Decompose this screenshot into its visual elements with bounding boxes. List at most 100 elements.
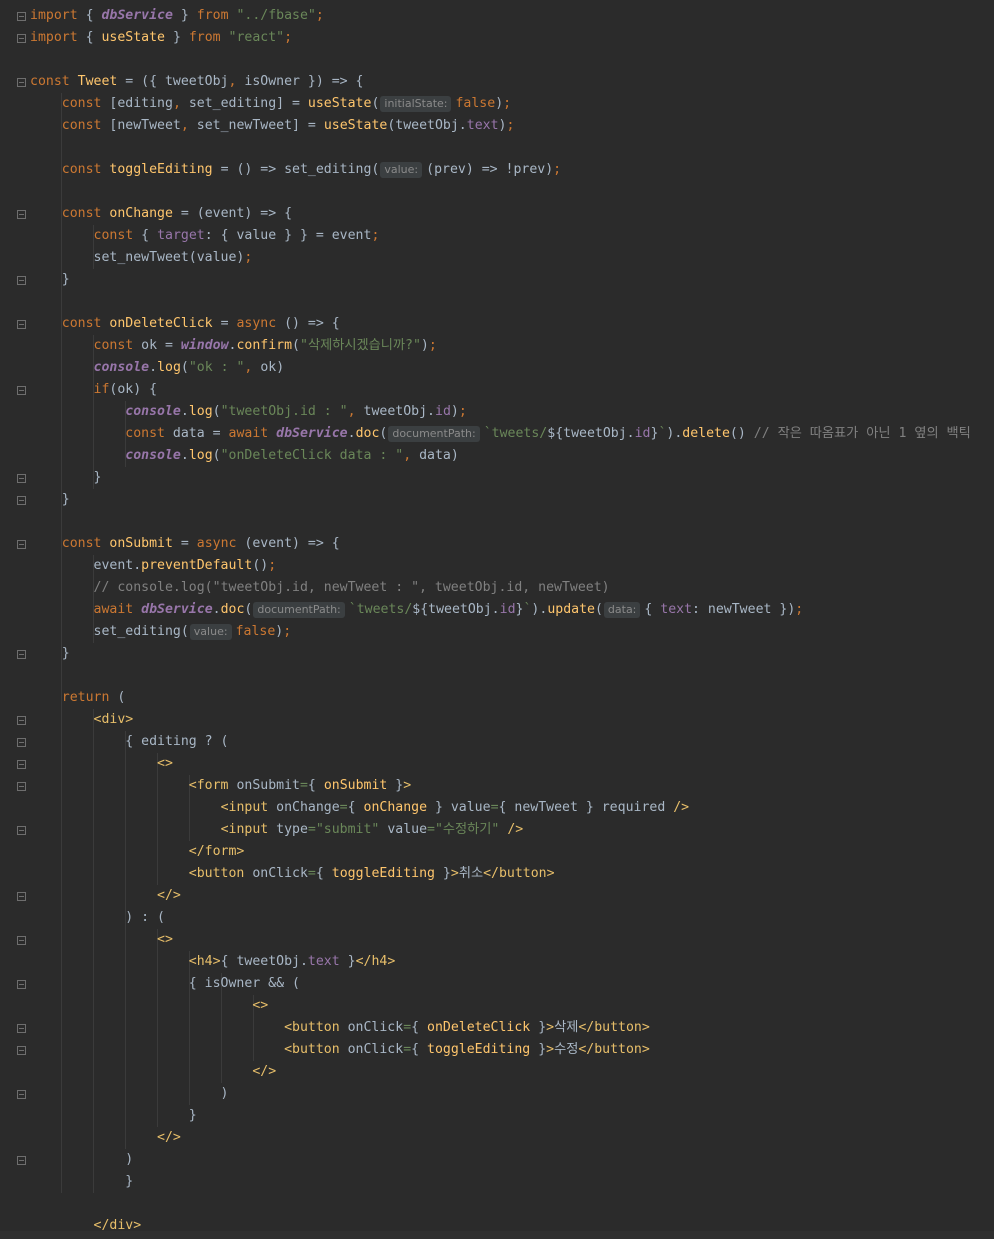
code-line[interactable]: console. log("tweetObj.id : ", tweetObj. i… bbox=[30, 401, 467, 423]
code-token: const bbox=[30, 74, 78, 89]
code-line[interactable]: ) bbox=[30, 1083, 229, 1105]
code-line[interactable]: <input type ="submit" value ="수정하기" /> bbox=[30, 819, 524, 841]
code-line[interactable]: set_editing(value: false); bbox=[30, 621, 291, 643]
code-token: } bbox=[339, 954, 356, 969]
code-token: ; bbox=[503, 96, 512, 111]
code-token: dbService bbox=[276, 426, 348, 441]
code-line[interactable]: const [editing, set_editing] = useState(… bbox=[30, 93, 511, 115]
code-line[interactable]: import { useState } from "react"; bbox=[30, 27, 292, 49]
code-line[interactable]: <button onClick ={ toggleEditing } > 취소 </bu… bbox=[30, 863, 555, 885]
code-token: = (event) => { bbox=[172, 206, 293, 221]
code-line[interactable]: if (ok) { bbox=[30, 379, 158, 401]
code-line[interactable]: } bbox=[30, 489, 70, 511]
code-line[interactable]: } bbox=[30, 643, 70, 665]
code-line[interactable]: { editing ? ( bbox=[30, 731, 229, 753]
code-token: `tweets/ bbox=[348, 602, 413, 617]
code-token: import bbox=[30, 8, 86, 23]
code-token: const bbox=[61, 536, 110, 551]
code-token: const bbox=[93, 228, 142, 243]
code-line[interactable]: set_newTweet(value); bbox=[30, 247, 253, 269]
code-line[interactable]: const onChange = (event) => { bbox=[30, 203, 292, 225]
code-token: , bbox=[228, 74, 245, 89]
code-line[interactable]: } bbox=[30, 1171, 133, 1193]
code-token: { bbox=[85, 30, 102, 45]
code-token: "onDeleteClick data : " bbox=[220, 448, 404, 463]
code-line[interactable]: <input onChange ={ onChange } value ={ new… bbox=[30, 797, 690, 819]
code-token: ). bbox=[666, 426, 683, 441]
code-line[interactable]: ) : ( bbox=[30, 907, 165, 929]
code-line[interactable]: return ( bbox=[30, 687, 126, 709]
code-token: ( bbox=[594, 602, 603, 617]
code-token: { bbox=[411, 1042, 428, 1057]
code-line[interactable]: const [newTweet, set_newTweet] = useStat… bbox=[30, 115, 515, 137]
code-token: ="수정하기" bbox=[427, 822, 508, 837]
code-line[interactable]: <button onClick ={ toggleEditing } > 수정 </bu… bbox=[30, 1039, 650, 1061]
code-token: } value bbox=[427, 800, 491, 815]
code-line[interactable]: console. log("onDeleteClick data : ", dat… bbox=[30, 445, 459, 467]
code-line[interactable]: import { dbService } from "../fbase"; bbox=[30, 5, 324, 27]
code-line[interactable]: await dbService. doc(documentPath: `tweets… bbox=[30, 599, 803, 621]
code-line[interactable]: const ok = window. confirm("삭제하시겠습니까?"); bbox=[30, 335, 437, 357]
code-line[interactable]: </> bbox=[30, 1127, 181, 1149]
code-token: : newTweet }) bbox=[692, 602, 796, 617]
code-line[interactable]: const toggleEditing = () => set_editing(… bbox=[30, 159, 561, 181]
code-token: const bbox=[61, 162, 110, 177]
code-line[interactable]: <> bbox=[30, 929, 173, 951]
code-line[interactable]: { isOwner && ( bbox=[30, 973, 300, 995]
code-token: "../fbase" bbox=[236, 8, 316, 23]
code-token: > bbox=[546, 1042, 555, 1057]
code-line[interactable]: } bbox=[30, 1105, 197, 1127]
horizontal-scrollbar[interactable] bbox=[0, 1231, 994, 1239]
code-line[interactable]: </> bbox=[30, 885, 181, 907]
code-token: useState bbox=[101, 30, 165, 45]
code-token: ( bbox=[212, 448, 221, 463]
code-token: log bbox=[188, 448, 213, 463]
code-line[interactable]: <h4>{ tweetObj. text } </h4> bbox=[30, 951, 395, 973]
code-line[interactable]: <> bbox=[30, 753, 173, 775]
code-token: onChange bbox=[276, 800, 340, 815]
code-line[interactable]: </form> bbox=[30, 841, 245, 863]
code-token: data = bbox=[172, 426, 229, 441]
code-token: toggleEditing bbox=[331, 866, 435, 881]
code-token: } bbox=[434, 866, 451, 881]
code-line[interactable]: <div> bbox=[30, 709, 134, 731]
code-token: <button bbox=[284, 1020, 348, 1035]
code-token: dbService bbox=[101, 8, 173, 23]
code-line[interactable]: const { target: { value } } = event; bbox=[30, 225, 380, 247]
code-line[interactable]: ) bbox=[30, 1149, 133, 1171]
code-token: await bbox=[93, 602, 142, 617]
code-token: ; bbox=[553, 162, 562, 177]
code-token: </> bbox=[157, 1130, 181, 1145]
code-token: `tweets/ bbox=[483, 426, 548, 441]
code-token: = bbox=[403, 1042, 412, 1057]
code-line[interactable]: <button onClick ={ onDeleteClick } > 삭제 </bu… bbox=[30, 1017, 650, 1039]
code-line[interactable]: } bbox=[30, 467, 102, 489]
code-line[interactable]: const onSubmit = async (event) => { bbox=[30, 533, 340, 555]
code-token: data) bbox=[419, 448, 459, 463]
code-token: onClick bbox=[347, 1020, 404, 1035]
code-token: { editing ? ( bbox=[30, 734, 229, 749]
code-line[interactable]: const onDeleteClick = async () => { bbox=[30, 313, 340, 335]
code-token: ok) bbox=[260, 360, 285, 375]
code-line[interactable]: event. preventDefault(); bbox=[30, 555, 277, 577]
code-area[interactable]: import { dbService } from "../fbase"; imp… bbox=[0, 0, 994, 1239]
code-line[interactable]: <form onSubmit ={ onSubmit } > bbox=[30, 775, 411, 797]
code-token: type bbox=[276, 822, 308, 837]
code-line[interactable]: console. log("ok : ", ok) bbox=[30, 357, 285, 379]
code-line[interactable]: <> bbox=[30, 995, 268, 1017]
code-token: = bbox=[299, 778, 308, 793]
code-line[interactable]: const Tweet = ({ tweetObj, isOwner }) =>… bbox=[30, 71, 363, 93]
code-line[interactable]: </> bbox=[30, 1061, 276, 1083]
code-line[interactable]: } bbox=[30, 269, 70, 291]
code-editor[interactable]: import { dbService } from "../fbase"; imp… bbox=[0, 0, 994, 1239]
code-token: Tweet bbox=[77, 74, 118, 89]
code-token: . bbox=[180, 404, 189, 419]
code-line[interactable]: // console.log("tweetObj.id, newTweet : … bbox=[30, 577, 610, 599]
code-token: import bbox=[30, 30, 86, 45]
code-token: } bbox=[172, 8, 197, 23]
code-line[interactable]: const data = await dbService. doc(documen… bbox=[30, 423, 971, 445]
